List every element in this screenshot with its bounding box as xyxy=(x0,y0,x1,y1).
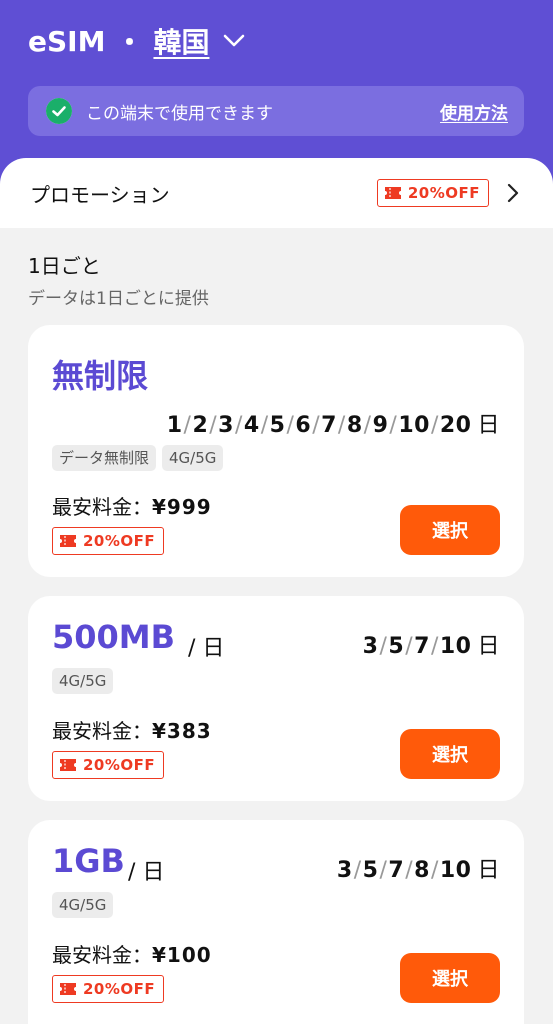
lowest-price: 最安料金：¥999 xyxy=(52,491,212,520)
title-row: eSIM ・ 韓国 xyxy=(28,18,245,64)
day-option: 3 xyxy=(362,634,379,659)
discount-badge-text: 20%OFF xyxy=(407,184,480,202)
discount-badge-text: 20%OFF xyxy=(83,980,156,998)
plan-chips: 4G/5G xyxy=(52,892,119,918)
price-label: 最安料金： xyxy=(52,943,152,967)
price-label: 最安料金： xyxy=(52,495,152,519)
duration-options: 1/2/3/4/5/6/7/8/9/10/20 日 xyxy=(167,407,500,439)
country-selector[interactable]: 韓国 xyxy=(153,21,209,61)
chip-unlimited-data: データ無制限 xyxy=(52,445,157,471)
plan-chips: 4G/5G xyxy=(52,668,119,694)
chevron-down-icon[interactable] xyxy=(223,30,245,52)
day-option: 3 xyxy=(218,413,234,438)
day-unit: 日 xyxy=(477,858,500,883)
plan-chips: データ無制限 4G/5G xyxy=(52,445,229,471)
per-day-label: / 日 xyxy=(128,860,165,885)
lowest-price: 最安料金：¥100 xyxy=(52,939,212,968)
select-button[interactable]: 選択 xyxy=(400,953,500,1003)
day-separator: / xyxy=(234,413,243,438)
day-option: 6 xyxy=(295,413,312,438)
duration-options: 3/5/7/10 日 xyxy=(363,628,500,660)
plan-name: 500MB xyxy=(52,618,176,656)
day-separator: / xyxy=(353,858,362,883)
day-unit: 日 xyxy=(477,413,500,438)
day-option: 10 xyxy=(439,858,472,883)
usage-guide-link[interactable]: 使用方法 xyxy=(440,99,508,124)
per-day-label: / 日 xyxy=(188,636,225,661)
day-separator: / xyxy=(379,634,388,659)
ticket-icon xyxy=(384,186,402,200)
plan-name: 1GB xyxy=(52,842,125,880)
chip-network: 4G/5G xyxy=(162,445,224,471)
ticket-icon xyxy=(59,758,77,772)
title-separator: ・ xyxy=(115,26,144,59)
day-option: 7 xyxy=(414,634,430,659)
check-circle-icon xyxy=(46,98,72,124)
plan-card-500mb: 500MB / 日 3/5/7/10 日 4G/5G 最安料金：¥383 20%O… xyxy=(28,596,524,801)
chip-network: 4G/5G xyxy=(52,668,114,694)
lowest-price: 最安料金：¥383 xyxy=(52,715,212,744)
price-label: 最安料金： xyxy=(52,719,152,743)
discount-badge: 20%OFF xyxy=(52,751,165,779)
day-separator: / xyxy=(209,413,218,438)
day-option: 4 xyxy=(243,413,260,438)
duration-options: 3/5/7/8/10 日 xyxy=(337,852,500,884)
ticket-icon xyxy=(59,982,77,996)
day-option: 5 xyxy=(269,413,286,438)
day-separator: / xyxy=(260,413,269,438)
day-option: 3 xyxy=(336,858,353,883)
day-separator: / xyxy=(379,858,388,883)
compatibility-text: この端末で使用できます xyxy=(86,103,273,124)
day-option: 5 xyxy=(388,634,405,659)
day-separator: / xyxy=(389,413,398,438)
price-value: ¥999 xyxy=(152,495,212,519)
day-separator: / xyxy=(363,413,372,438)
day-option: 8 xyxy=(346,413,363,438)
day-option: 2 xyxy=(192,413,209,438)
day-separator: / xyxy=(337,413,346,438)
plan-card-unlimited: 無制限 1/2/3/4/5/6/7/8/9/10/20 日 データ無制限 4G/5G… xyxy=(28,325,524,577)
promotion-row[interactable]: プロモーション 20%OFF xyxy=(0,158,553,228)
day-option: 9 xyxy=(372,413,389,438)
chevron-right-icon[interactable] xyxy=(507,182,523,204)
plan-card-1gb: 1GB / 日 3/5/7/8/10 日 4G/5G 最安料金：¥100 20%O… xyxy=(28,820,524,1024)
discount-badge: 20%OFF xyxy=(52,527,165,555)
section-title: 1日ごと xyxy=(28,254,101,278)
promotion-label: プロモーション xyxy=(30,182,170,207)
discount-badge-text: 20%OFF xyxy=(83,756,156,774)
day-option: 5 xyxy=(362,858,379,883)
day-unit: 日 xyxy=(477,634,500,659)
price-value: ¥383 xyxy=(152,719,212,743)
day-separator: / xyxy=(183,413,192,438)
esim-title: eSIM xyxy=(28,24,106,58)
day-separator: / xyxy=(312,413,321,438)
day-option: 10 xyxy=(398,413,430,438)
day-separator: / xyxy=(405,634,414,659)
day-option: 1 xyxy=(166,413,183,438)
select-button[interactable]: 選択 xyxy=(400,505,500,555)
day-option: 10 xyxy=(439,634,472,659)
discount-badge: 20%OFF xyxy=(52,975,165,1003)
section-subtitle: データは1日ごとに提供 xyxy=(28,289,209,309)
ticket-icon xyxy=(59,534,77,548)
day-option: 7 xyxy=(321,413,337,438)
day-separator: / xyxy=(405,858,414,883)
discount-badge-text: 20%OFF xyxy=(83,532,156,550)
day-separator: / xyxy=(430,858,439,883)
day-separator: / xyxy=(430,413,439,438)
plan-name: 無制限 xyxy=(52,357,149,395)
discount-badge: 20%OFF xyxy=(376,179,489,207)
day-option: 8 xyxy=(414,858,430,883)
price-value: ¥100 xyxy=(152,943,212,967)
select-button[interactable]: 選択 xyxy=(400,729,500,779)
day-option: 20 xyxy=(439,413,472,438)
day-separator: / xyxy=(430,634,439,659)
chip-network: 4G/5G xyxy=(52,892,114,918)
compatibility-banner: この端末で使用できます 使用方法 xyxy=(28,86,524,136)
day-separator: / xyxy=(286,413,295,438)
day-option: 7 xyxy=(388,858,405,883)
